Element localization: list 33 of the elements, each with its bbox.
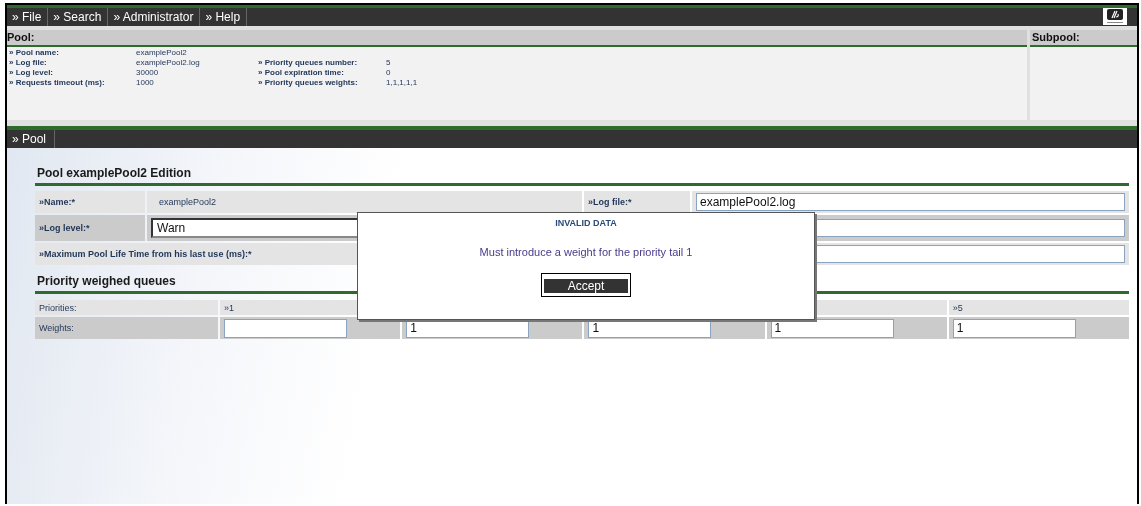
- logo-icon: [1103, 8, 1127, 25]
- dialog-message: Must introduce a weight for the priority tail 1: [479, 246, 693, 258]
- field-value: 5: [386, 58, 392, 68]
- field-label: »Log file:*: [584, 191, 690, 213]
- field-label: » Pool expiration time:: [257, 68, 345, 78]
- input-field[interactable]: examplePool2.log: [696, 193, 1125, 211]
- panel-title: Pool:: [7, 30, 1027, 47]
- field-label: »Name:*: [35, 191, 145, 213]
- input-field[interactable]: 1: [952, 318, 1076, 338]
- field-value: examplePool2.log: [136, 58, 201, 68]
- field-label: »Log level:*: [35, 215, 145, 241]
- dialog-title: INVALID DATA: [555, 218, 617, 228]
- section-title: Pool examplePool2 Edition: [35, 166, 1129, 186]
- field-label: » Log file:: [8, 58, 48, 68]
- input-field[interactable]: [224, 318, 347, 338]
- field-value: 1,1,1,1,1: [386, 78, 419, 88]
- row-label: Weights:: [35, 317, 218, 339]
- field-label: » Log level:: [8, 68, 54, 78]
- field-value: 30000: [136, 68, 160, 78]
- field-value: 1000: [136, 78, 155, 88]
- field-value: examplePool2: [136, 48, 188, 58]
- input-field[interactable]: 1: [770, 318, 894, 338]
- panel-title: Subpool:: [1030, 30, 1137, 47]
- column-header: »5: [948, 300, 1129, 315]
- field-label: » Priority queues weights:: [257, 78, 359, 88]
- field-value: 0: [386, 68, 392, 78]
- field-value: examplePool2: [147, 191, 582, 213]
- tab[interactable]: » Pool: [7, 130, 56, 148]
- accept-button[interactable]: Accept: [544, 279, 628, 293]
- field-label: » Pool name:: [8, 48, 60, 58]
- field-label: » Requests timeout (ms):: [8, 78, 106, 88]
- field-label: » Priority queues number:: [257, 58, 359, 68]
- row-label: Priorities:: [35, 300, 218, 315]
